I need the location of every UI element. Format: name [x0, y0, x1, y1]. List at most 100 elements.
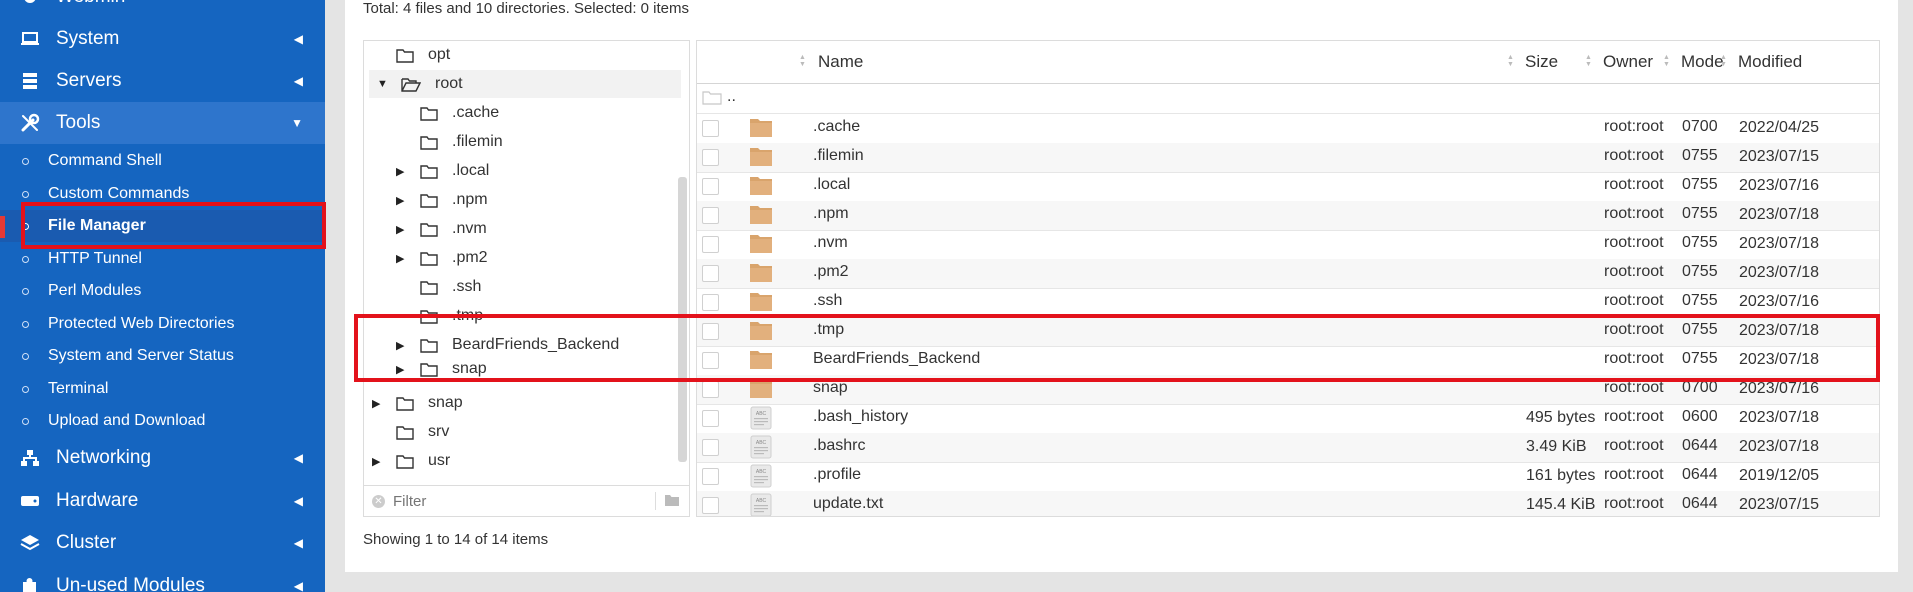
file-name-link[interactable]: update.txt [813, 495, 883, 513]
sort-icon[interactable]: ▲ ▼ [1720, 54, 1728, 68]
sort-icon[interactable]: ▲ ▼ [799, 54, 807, 68]
sidebar-item-terminal[interactable]: Terminal [0, 373, 325, 405]
row-checkbox[interactable] [702, 265, 719, 282]
tree-node-local[interactable]: ▶ .local [396, 157, 489, 185]
tree-expander[interactable]: ▼ [377, 78, 391, 90]
row-checkbox[interactable] [702, 497, 719, 514]
folder-icon [420, 338, 438, 353]
bullet-icon [22, 255, 29, 263]
tree-expander[interactable]: ▶ [396, 223, 410, 236]
tree-node-opt[interactable]: opt [372, 41, 450, 69]
sidebar-item-custom-commands[interactable]: Custom Commands [0, 178, 325, 210]
file-name-link[interactable]: .pm2 [813, 263, 849, 281]
tree-node-ssh[interactable]: .ssh [396, 273, 481, 301]
table-row[interactable]: .local root:root 0755 2023/07/16 18:46:33 [697, 172, 1879, 202]
file-name-link[interactable]: .bash_history [813, 408, 908, 426]
file-name-link[interactable]: .profile [813, 466, 861, 484]
row-checkbox[interactable] [702, 439, 719, 456]
nav-system[interactable]: System ◀ [0, 18, 325, 60]
nav-hardware[interactable]: Hardware ◀ [0, 480, 325, 522]
table-row[interactable]: ABC .bash_history 495 bytes root:root 0600 20… [697, 404, 1879, 434]
table-row[interactable]: .ssh root:root 0755 2023/07/16 18:58:17 [697, 288, 1879, 318]
tree-node-root[interactable]: ▼ root [369, 70, 681, 98]
sidebar-item-protected-web-directories[interactable]: Protected Web Directories [0, 308, 325, 340]
row-checkbox[interactable] [702, 468, 719, 485]
nav-servers[interactable]: Servers ◀ [0, 60, 325, 102]
tree-node-npm[interactable]: ▶ .npm [396, 186, 488, 214]
file-name-link[interactable]: .bashrc [813, 437, 865, 455]
file-name-link[interactable]: .local [813, 176, 850, 194]
table-row[interactable]: BeardFriends_Backend root:root 0755 2023/07… [697, 346, 1879, 376]
sidebar-item-command-shell[interactable]: Command Shell [0, 145, 325, 177]
nav-unused-modules[interactable]: Un-used Modules ◀ [0, 565, 325, 592]
row-checkbox[interactable] [702, 410, 719, 427]
row-checkbox[interactable] [702, 149, 719, 166]
row-checkbox[interactable] [702, 323, 719, 340]
sidebar-item-perl-modules[interactable]: Perl Modules [0, 275, 325, 307]
sidebar-item-file-manager[interactable]: File Manager [0, 210, 325, 242]
file-name-link[interactable]: BeardFriends_Backend [813, 350, 980, 368]
sort-icon[interactable]: ▲ ▼ [1663, 54, 1671, 68]
tree-node-srv[interactable]: srv [372, 418, 449, 446]
tree-node-pm2[interactable]: ▶ .pm2 [396, 244, 488, 272]
tree-expander[interactable]: ▶ [372, 397, 386, 410]
column-header-modified[interactable]: Modified [1738, 41, 1802, 83]
table-row[interactable]: ABC .profile 161 bytes root:root 0644 2019/12… [697, 462, 1879, 492]
table-row[interactable]: .npm root:root 0755 2023/07/18 08:30:24 [697, 201, 1879, 231]
table-row[interactable]: .filemin root:root 0755 2023/07/15 15:50:39 [697, 143, 1879, 173]
tree-expander[interactable]: ▶ [396, 363, 410, 376]
table-row[interactable]: .tmp root:root 0755 2023/07/18 11:45:25 [697, 317, 1879, 347]
tree-node-cache[interactable]: .cache [396, 99, 499, 127]
file-name-link[interactable]: .nvm [813, 234, 848, 252]
table-row[interactable]: .cache root:root 0700 2022/04/25 09:57:31 [697, 114, 1879, 144]
folder-icon[interactable] [664, 494, 680, 512]
column-header-name[interactable]: Name [818, 41, 863, 83]
nav-networking[interactable]: Networking ◀ [0, 437, 325, 479]
row-checkbox[interactable] [702, 120, 719, 137]
tree-filter-input[interactable] [391, 491, 635, 511]
row-checkbox[interactable] [702, 352, 719, 369]
tree-expander[interactable]: ▶ [396, 165, 410, 178]
row-checkbox[interactable] [702, 207, 719, 224]
column-header-size[interactable]: Size [1525, 41, 1558, 83]
tree-node-usr[interactable]: ▶ usr [372, 447, 450, 475]
table-row[interactable]: ABC .bashrc 3.49 KiB root:root 0644 2023/07/1… [697, 433, 1879, 463]
tree-node-snap[interactable]: ▶ snap [372, 389, 463, 417]
column-header-owner[interactable]: Owner [1603, 41, 1653, 83]
row-checkbox[interactable] [702, 294, 719, 311]
tree-node-tmp[interactable]: .tmp [396, 302, 483, 330]
tree-scrollbar[interactable] [678, 177, 687, 462]
sidebar-item-upload-download[interactable]: Upload and Download [0, 405, 325, 437]
row-checkbox[interactable] [702, 178, 719, 195]
tree-node-nvm[interactable]: ▶ .nvm [396, 215, 487, 243]
column-header-mode[interactable]: Mode [1681, 41, 1724, 83]
sort-icon[interactable]: ▲ ▼ [1507, 54, 1515, 68]
file-name-link[interactable]: .filemin [813, 147, 864, 165]
table-row[interactable]: .nvm root:root 0755 2023/07/18 08:27:50 [697, 230, 1879, 260]
row-checkbox[interactable] [702, 236, 719, 253]
row-checkbox[interactable] [702, 381, 719, 398]
file-name-link[interactable]: snap [813, 379, 848, 397]
tree-node-filemin[interactable]: .filemin [396, 128, 503, 156]
table-row[interactable]: snap root:root 0700 2023/07/16 18:46:17 [697, 375, 1879, 405]
file-name-link[interactable]: .cache [813, 118, 860, 136]
table-row[interactable]: .pm2 root:root 0755 2023/07/18 08:50:38 [697, 259, 1879, 289]
clear-filter-icon[interactable]: ✕ [372, 494, 385, 508]
nav-webmin[interactable]: Webmin [0, 0, 325, 18]
tree-expander[interactable]: ▶ [396, 339, 410, 352]
sidebar-item-http-tunnel[interactable]: HTTP Tunnel [0, 243, 325, 275]
tree-expander[interactable]: ▶ [372, 455, 386, 468]
sort-icon[interactable]: ▲ ▼ [1585, 54, 1593, 68]
sidebar-item-system-server-status[interactable]: System and Server Status [0, 340, 325, 372]
nav-cluster[interactable]: Cluster ◀ [0, 522, 325, 564]
tree-node-root-snap[interactable]: ▶ snap [396, 360, 487, 378]
tree-node-beardfriends-backend[interactable]: ▶ BeardFriends_Backend [396, 331, 619, 359]
tree-expander[interactable]: ▶ [396, 194, 410, 207]
table-row[interactable]: ABC update.txt 145.4 KiB root:root 0644 2023/… [697, 491, 1879, 516]
file-name-link[interactable]: .ssh [813, 292, 842, 310]
file-name-link[interactable]: .tmp [813, 321, 844, 339]
tree-expander[interactable]: ▶ [396, 252, 410, 265]
nav-tools[interactable]: Tools ▼ [0, 102, 325, 144]
file-name-link[interactable]: .npm [813, 205, 849, 223]
parent-directory-row[interactable]: .. [697, 84, 1879, 114]
